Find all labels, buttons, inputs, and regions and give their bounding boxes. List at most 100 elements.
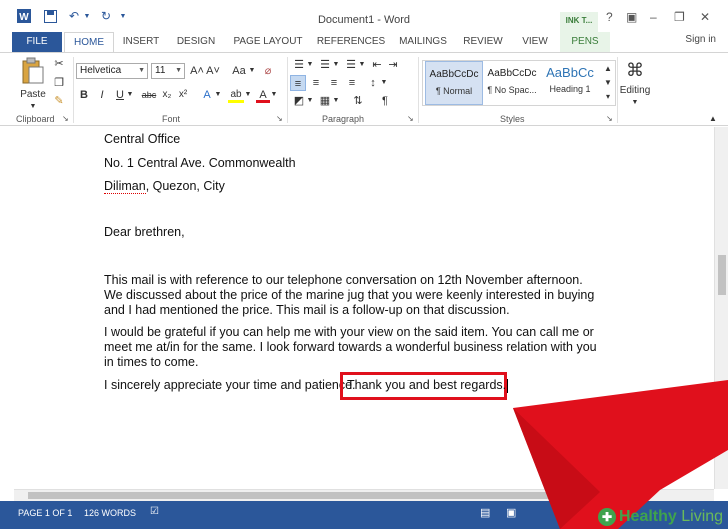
styles-gallery: AaBbCcDc ¶ Normal AaBbCcDc ¶ No Spac... … bbox=[422, 60, 616, 106]
paragraph-2: I would be grateful if you can help me w… bbox=[104, 325, 597, 369]
change-case-button[interactable]: Aa bbox=[230, 63, 248, 79]
help-button[interactable]: ? bbox=[606, 10, 613, 24]
borders-dropdown-icon[interactable]: ▼ bbox=[332, 93, 340, 109]
tab-home[interactable]: HOME bbox=[64, 32, 114, 52]
tab-references[interactable]: REFERENCES bbox=[316, 32, 386, 52]
healthy-living-watermark: ✚ Healthy Living bbox=[598, 506, 723, 528]
collapse-ribbon-icon[interactable]: ▲ bbox=[706, 111, 720, 127]
align-center-icon[interactable]: ≡ bbox=[308, 75, 324, 91]
tab-view[interactable]: VIEW bbox=[514, 32, 556, 52]
clipboard-group-label: Clipboard bbox=[16, 114, 55, 124]
page-count[interactable]: PAGE 1 OF 1 bbox=[18, 508, 72, 518]
italic-button[interactable]: I bbox=[96, 87, 108, 103]
tab-insert[interactable]: INSERT bbox=[118, 32, 164, 52]
watermark-logo-icon: ✚ bbox=[598, 508, 616, 526]
font-color-button[interactable]: A bbox=[256, 87, 270, 103]
cut-icon[interactable]: ✂ bbox=[52, 56, 66, 72]
spelling-error-word[interactable]: Diliman bbox=[104, 179, 146, 194]
paste-dropdown-icon[interactable]: ▼ bbox=[16, 99, 50, 115]
ribbon-home: Paste ▼ ✂ ❐ ✎ Clipboard ↘ Helvetica ▼ 11… bbox=[0, 52, 728, 126]
superscript-button[interactable]: x² bbox=[176, 87, 190, 103]
vertical-scroll-thumb[interactable] bbox=[718, 255, 726, 295]
align-right-icon[interactable]: ≡ bbox=[326, 75, 342, 91]
bold-button[interactable]: B bbox=[78, 87, 90, 103]
numbering-dropdown-icon[interactable]: ▼ bbox=[332, 57, 340, 73]
tab-page-layout[interactable]: PAGE LAYOUT bbox=[230, 32, 306, 52]
clipboard-launcher-icon[interactable]: ↘ bbox=[62, 114, 69, 123]
vertical-scrollbar[interactable] bbox=[714, 127, 728, 489]
styles-more-icon[interactable]: ▾ bbox=[602, 89, 614, 105]
copy-icon[interactable]: ❐ bbox=[52, 75, 66, 91]
font-color-dropdown-icon[interactable]: ▼ bbox=[270, 87, 278, 103]
shrink-font-button[interactable]: A˅ bbox=[206, 63, 220, 79]
tab-review[interactable]: REVIEW bbox=[460, 32, 506, 52]
styles-launcher-icon[interactable]: ↘ bbox=[606, 114, 613, 123]
font-name-dropdown-icon[interactable]: ▼ bbox=[138, 64, 145, 78]
increase-indent-icon[interactable]: ⇥ bbox=[386, 57, 400, 73]
font-name-value: Helvetica bbox=[80, 65, 122, 76]
change-case-dropdown-icon[interactable]: ▼ bbox=[248, 63, 256, 79]
close-button[interactable]: ✕ bbox=[700, 10, 710, 24]
underline-dropdown-icon[interactable]: ▼ bbox=[126, 87, 134, 103]
shading-dropdown-icon[interactable]: ▼ bbox=[306, 93, 314, 109]
ribbon-display-icon[interactable]: ▣ bbox=[626, 10, 637, 24]
font-name-combo[interactable]: Helvetica ▼ bbox=[76, 63, 148, 79]
sort-icon[interactable]: ⇅ bbox=[350, 93, 366, 109]
word-count[interactable]: 126 WORDS bbox=[84, 508, 136, 518]
paragraph-group-label: Paragraph bbox=[322, 114, 365, 124]
underline-button[interactable]: U bbox=[114, 87, 126, 103]
highlight-dropdown-icon[interactable]: ▼ bbox=[244, 87, 252, 103]
font-launcher-icon[interactable]: ↘ bbox=[276, 114, 283, 123]
tab-mailings[interactable]: MAILINGS bbox=[394, 32, 452, 52]
highlight-button[interactable]: ab bbox=[228, 87, 244, 103]
paragraph-3: I sincerely appreciate your time and pat… bbox=[104, 378, 356, 392]
proofing-icon[interactable]: ☑ bbox=[150, 506, 159, 517]
paste-icon[interactable] bbox=[20, 57, 46, 87]
address-line-1: Central Office bbox=[104, 132, 181, 146]
font-group-label: Font bbox=[162, 114, 181, 124]
minimize-button[interactable]: – bbox=[650, 10, 657, 24]
paragraph-launcher-icon[interactable]: ↘ bbox=[407, 114, 414, 123]
clear-formatting-icon[interactable]: ⌀ bbox=[260, 63, 276, 79]
font-size-dropdown-icon[interactable]: ▼ bbox=[175, 64, 182, 78]
print-layout-icon[interactable]: ▣ bbox=[506, 506, 516, 519]
borders-icon[interactable]: ▦ bbox=[318, 93, 332, 109]
text-effects-dropdown-icon[interactable]: ▼ bbox=[214, 87, 222, 103]
shading-icon[interactable]: ◩ bbox=[292, 93, 306, 109]
paragraph-1: This mail is with reference to our telep… bbox=[104, 273, 595, 317]
font-size-combo[interactable]: 11 ▼ bbox=[151, 63, 185, 79]
tab-pens[interactable]: PENS bbox=[560, 32, 610, 52]
decrease-indent-icon[interactable]: ⇤ bbox=[370, 57, 384, 73]
title-bar: W ↶ ▼ ↻ ▼ Document1 - Word INK T... ? ▣ … bbox=[0, 0, 728, 32]
subscript-button[interactable]: x₂ bbox=[160, 87, 174, 103]
strikethrough-button[interactable]: abc bbox=[140, 87, 158, 103]
salutation: Dear brethren, bbox=[104, 225, 185, 239]
multilevel-list-icon[interactable]: ☰ bbox=[344, 57, 358, 73]
grow-font-button[interactable]: A˄ bbox=[190, 63, 204, 79]
editing-dropdown-icon[interactable]: ▼ bbox=[618, 95, 652, 111]
sign-in-link[interactable]: Sign in bbox=[685, 34, 716, 45]
text-effects-button[interactable]: A bbox=[200, 87, 214, 103]
font-size-value: 11 bbox=[155, 65, 166, 76]
style-no-spacing[interactable]: AaBbCcDc ¶ No Spac... bbox=[483, 61, 541, 105]
justify-icon[interactable]: ≡ bbox=[344, 75, 360, 91]
format-painter-icon[interactable]: ✎ bbox=[52, 93, 66, 109]
align-left-icon[interactable]: ≡ bbox=[290, 75, 306, 91]
tab-design[interactable]: DESIGN bbox=[172, 32, 220, 52]
line-spacing-dropdown-icon[interactable]: ▼ bbox=[380, 75, 388, 91]
horizontal-scroll-thumb[interactable] bbox=[28, 492, 548, 499]
restore-button[interactable]: ❐ bbox=[674, 10, 685, 24]
binoculars-icon[interactable]: ⌘ bbox=[622, 57, 648, 83]
bullets-dropdown-icon[interactable]: ▼ bbox=[306, 57, 314, 73]
read-mode-icon[interactable]: ▤ bbox=[480, 506, 490, 519]
window-title: Document1 - Word bbox=[317, 14, 411, 26]
show-formatting-button[interactable]: ¶ bbox=[378, 93, 392, 109]
style-normal[interactable]: AaBbCcDc ¶ Normal bbox=[425, 61, 483, 105]
style-heading-1[interactable]: AaBbCc Heading 1 bbox=[541, 61, 599, 105]
horizontal-scrollbar[interactable] bbox=[14, 489, 714, 501]
line-spacing-icon[interactable]: ↕ bbox=[366, 75, 380, 91]
multilevel-dropdown-icon[interactable]: ▼ bbox=[358, 57, 366, 73]
bullets-icon[interactable]: ☰ bbox=[292, 57, 306, 73]
tab-file[interactable]: FILE bbox=[12, 32, 62, 52]
numbering-icon[interactable]: ☰ bbox=[318, 57, 332, 73]
